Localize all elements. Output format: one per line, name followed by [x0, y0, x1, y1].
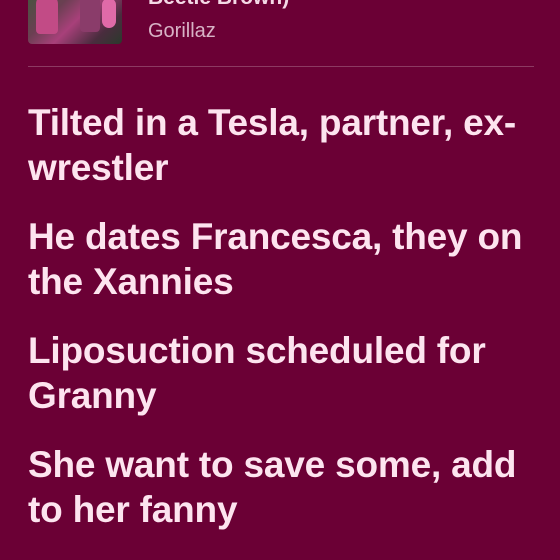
lyric-line: He dates Francesca, they on the Xannies	[28, 216, 523, 302]
track-artist: Gorillaz	[148, 20, 216, 42]
divider	[28, 66, 534, 67]
lyric-line: She want to save some, add to her fanny	[28, 444, 517, 530]
track-title: Beetle Brown)	[148, 0, 289, 10]
lyric-line: Liposuction scheduled for Granny	[28, 330, 486, 416]
now-playing-header[interactable]: Beetle Brown) Gorillaz	[0, 0, 560, 66]
lyric-line: Tilted in a Tesla, partner, ex-wrestler	[28, 102, 516, 188]
lyrics-panel[interactable]: Tilted in a Tesla, partner, ex-wrestler …	[28, 100, 543, 556]
album-art	[28, 0, 122, 44]
